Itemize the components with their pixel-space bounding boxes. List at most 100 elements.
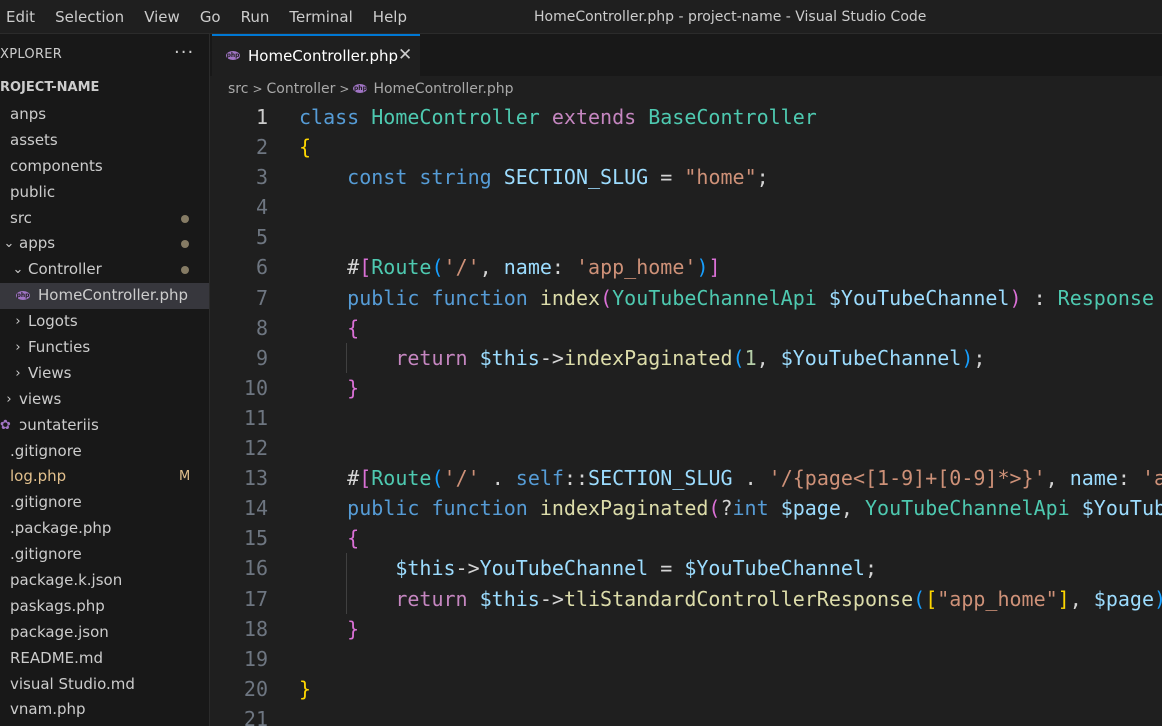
tree-item[interactable]: src	[0, 206, 209, 232]
tree-item-label: visual Studio.md	[10, 674, 135, 693]
code-token: extends	[551, 105, 649, 129]
code-line[interactable]: 21	[210, 704, 1162, 726]
code-token: ::	[563, 466, 589, 491]
tree-item[interactable]: php HomeController.php	[0, 283, 209, 310]
code-line[interactable]: 1 class HomeController extends BaseContro…	[210, 102, 1162, 132]
code-line[interactable]: 6 #[Route('/', name: 'app_home')]	[210, 252, 1162, 282]
tree-item[interactable]: visual Studio.md	[0, 672, 209, 698]
tree-item[interactable]: package.k.json	[0, 568, 209, 594]
close-icon[interactable]: ✕	[398, 45, 412, 65]
code-line[interactable]: 7 public function index(YouTubeChannelAp…	[210, 283, 1162, 313]
code-line[interactable]: 4	[210, 192, 1162, 222]
line-number: 3	[255, 165, 268, 190]
code-token: '/'	[443, 255, 480, 280]
code-token: function	[431, 496, 540, 521]
tab-homecontroller[interactable]: php HomeController.php ✕	[212, 34, 420, 76]
tree-item[interactable]: vnam.php	[0, 697, 209, 723]
code-line[interactable]: 5	[210, 222, 1162, 252]
code-editor[interactable]: 1 class HomeController extends BaseContro…	[210, 102, 1162, 726]
code-line[interactable]: 3 const string SECTION_SLUG = "home";	[210, 162, 1162, 192]
code-line[interactable]: 17 return $this->tliStandardControllerRe…	[210, 583, 1162, 614]
more-actions-icon[interactable]: ···	[174, 42, 194, 63]
tree-item-label: public	[10, 182, 56, 201]
chevron-right-icon[interactable]: ›	[3, 387, 15, 413]
tree-item[interactable]: .gitignore	[0, 439, 209, 465]
menu-view[interactable]: View	[134, 0, 190, 34]
code-line[interactable]: 18 }	[210, 614, 1162, 644]
chevron-down-icon[interactable]: ⌄	[12, 257, 24, 283]
code-token: public	[347, 496, 432, 521]
tree-item[interactable]: README.md	[0, 646, 209, 672]
line-number: 12	[243, 436, 268, 461]
tree-item[interactable]: › Logots	[0, 309, 209, 335]
menu-go[interactable]: Go	[190, 0, 231, 34]
tree-item[interactable]: .gitignore	[0, 542, 209, 568]
breadcrumb-item-src[interactable]: src	[228, 78, 248, 100]
tree-item[interactable]: › views	[0, 387, 209, 413]
code-token: ]	[708, 255, 721, 280]
tree-item[interactable]: anps	[0, 102, 209, 128]
code-line[interactable]: 15 {	[210, 523, 1162, 553]
menu-selection[interactable]: Selection	[45, 0, 134, 34]
code-token: Response	[1057, 285, 1154, 310]
tree-item[interactable]: paskags.php	[0, 594, 209, 620]
code-token: $this	[479, 345, 540, 370]
menu-terminal[interactable]: Terminal	[279, 0, 362, 34]
menu-run[interactable]: Run	[231, 0, 280, 34]
breadcrumb-item-controller[interactable]: Controller	[267, 78, 336, 100]
menu-edit[interactable]: Edit	[0, 0, 45, 34]
chevron-down-icon[interactable]: ⌄	[3, 231, 15, 257]
breadcrumb-item-file[interactable]: HomeController.php	[373, 78, 513, 100]
explorer-header: XPLORER ···	[0, 34, 209, 76]
tree-item[interactable]: › Functies	[0, 335, 209, 361]
chevron-right-icon[interactable]: ›	[12, 335, 24, 361]
tree-item[interactable]: ✿ ɔuntateriis	[0, 413, 209, 439]
project-folder-title[interactable]: ROJECT-NAME	[0, 80, 99, 95]
code-text: $this->YouTubeChannel = $YouTubeChannel;	[299, 553, 877, 583]
line-number: 10	[243, 375, 268, 400]
code-line[interactable]: 13 #[Route('/' . self::SECTION_SLUG . '/…	[210, 463, 1162, 493]
chevron-right-icon[interactable]: ›	[12, 361, 24, 387]
code-line[interactable]: 14 public function indexPaginated(?int $…	[210, 493, 1162, 523]
code-token: )	[1009, 285, 1022, 310]
tree-item[interactable]: ⌄ Controller	[0, 257, 209, 283]
code-line[interactable]: 10 }	[210, 373, 1162, 403]
code-line[interactable]: 19	[210, 644, 1162, 674]
tree-item[interactable]: ⌄ apps	[0, 231, 209, 257]
code-line[interactable]: 11	[210, 403, 1162, 433]
code-token: YouTubeChannelApi	[865, 496, 1082, 521]
code-token: {	[299, 135, 312, 160]
code-token: {	[347, 315, 360, 340]
code-text: }	[299, 373, 359, 403]
code-line[interactable]: 2{	[210, 132, 1162, 162]
tree-item[interactable]: components	[0, 154, 209, 180]
tree-item[interactable]: .gitignore	[0, 490, 209, 516]
chevron-right-icon[interactable]: ›	[12, 309, 24, 335]
tree-item-label: .gitignore	[10, 545, 82, 564]
tree-item[interactable]: package.json	[0, 620, 209, 646]
tree-item-label: Views	[28, 363, 72, 382]
menu-help[interactable]: Help	[363, 0, 417, 34]
explorer-title: XPLORER	[0, 47, 63, 62]
code-line[interactable]: 16 $this->YouTubeChannel = $YouTubeChann…	[210, 553, 1162, 584]
code-token: name	[1069, 466, 1118, 491]
code-token: $YouTubeChannel	[828, 285, 1010, 310]
code-text: const string SECTION_SLUG = "home";	[299, 162, 769, 192]
tree-item-label: README.md	[10, 648, 104, 667]
tree-item[interactable]: .package.php	[0, 516, 209, 542]
code-token: return	[395, 345, 480, 370]
tree-item[interactable]: assets	[0, 128, 209, 154]
code-line[interactable]: 9 return $this->indexPaginated(1, $YouTu…	[210, 342, 1162, 373]
tree-item[interactable]: › Views	[0, 361, 209, 387]
line-number: 13	[243, 466, 268, 491]
code-line[interactable]: 12	[210, 433, 1162, 463]
line-number: 19	[243, 646, 268, 671]
code-token: ->	[539, 345, 564, 370]
code-token: "home"	[684, 165, 757, 190]
code-line[interactable]: 20}	[210, 674, 1162, 704]
tree-item-label: package.json	[10, 622, 109, 641]
tree-item[interactable]: public	[0, 180, 209, 206]
tree-item[interactable]: log.php M	[0, 464, 209, 490]
code-token: ;	[756, 165, 769, 190]
code-line[interactable]: 8 {	[210, 313, 1162, 343]
